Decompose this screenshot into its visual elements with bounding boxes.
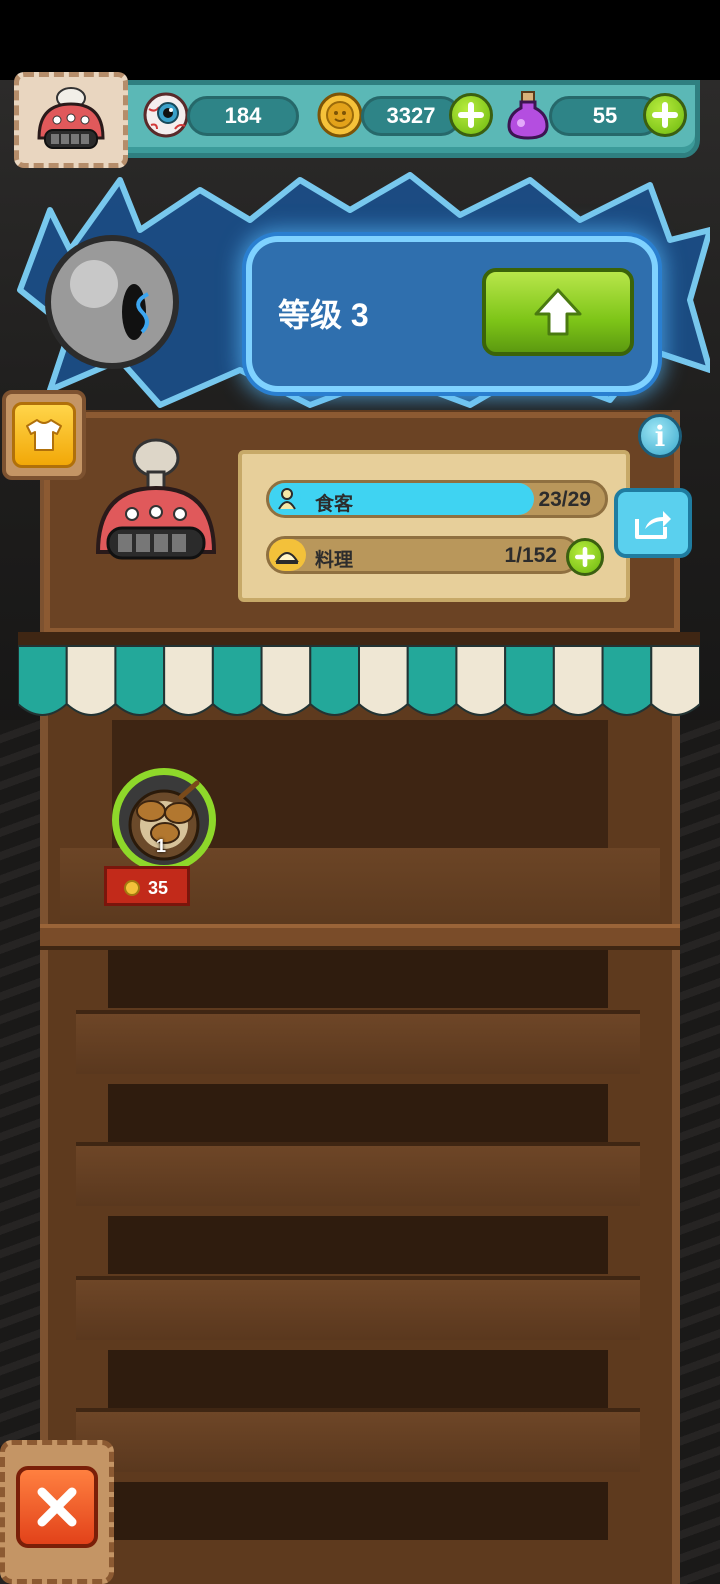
outfit-button-face bbox=[12, 402, 76, 468]
add-coins-button[interactable] bbox=[449, 93, 493, 137]
dishes-label: 料理 bbox=[315, 549, 354, 571]
plus-icon bbox=[575, 547, 595, 567]
customer-icon bbox=[273, 485, 301, 513]
shelf-shadow bbox=[108, 950, 608, 1008]
shelf-4 bbox=[76, 1408, 640, 1472]
shelf-2 bbox=[76, 1142, 640, 1206]
potion-icon bbox=[507, 91, 549, 140]
player-avatar[interactable] bbox=[14, 72, 128, 168]
shop-awning bbox=[18, 632, 700, 716]
awning-stripe bbox=[211, 645, 263, 716]
shirt-icon bbox=[26, 419, 62, 451]
add-dish-button[interactable] bbox=[566, 538, 604, 576]
shop-chef-icon bbox=[95, 438, 217, 560]
awning-stripe bbox=[163, 645, 214, 716]
customers-bar-fill bbox=[269, 483, 535, 515]
dishes-value: 1/152 bbox=[504, 544, 557, 567]
share-button[interactable] bbox=[614, 488, 692, 558]
plus-icon bbox=[458, 102, 484, 128]
resource-bar: 184 3327 55 bbox=[108, 80, 700, 158]
info-button[interactable]: i bbox=[638, 414, 682, 458]
add-potions-button[interactable] bbox=[643, 93, 687, 137]
awning-stripe bbox=[601, 645, 653, 716]
price-tag bbox=[104, 866, 190, 906]
awning-stripe bbox=[358, 645, 409, 716]
level-up-button[interactable] bbox=[482, 268, 634, 356]
close-button[interactable] bbox=[16, 1466, 98, 1548]
awning-stripe bbox=[552, 645, 604, 716]
awning-stripe bbox=[260, 645, 312, 716]
customers-value: 23/29 bbox=[538, 488, 591, 511]
awning-stripe bbox=[114, 645, 166, 716]
shelf-shadow bbox=[108, 1216, 608, 1274]
info-icon: i bbox=[654, 419, 666, 453]
shelf-shadow bbox=[108, 1350, 608, 1408]
customers-bar: 食客 23/29 bbox=[266, 480, 608, 518]
steel-orb-icon bbox=[45, 235, 179, 369]
awning-stripe bbox=[455, 645, 507, 716]
arrow-up-icon bbox=[534, 288, 582, 336]
eyes-counter: 184 bbox=[187, 96, 299, 136]
coins-counter: 3327 bbox=[361, 96, 461, 136]
dish-count: 1 bbox=[156, 836, 167, 856]
status-bar bbox=[0, 0, 720, 80]
share-icon bbox=[635, 511, 671, 539]
awning-stripe bbox=[650, 645, 700, 716]
awning-stripe bbox=[309, 645, 360, 716]
counter-edge bbox=[40, 924, 680, 950]
shelf-1 bbox=[76, 1010, 640, 1074]
awning-stripe bbox=[504, 645, 555, 716]
right-wall bbox=[680, 720, 720, 1584]
coin-icon bbox=[317, 92, 363, 138]
awning-stripe bbox=[406, 645, 458, 716]
dish-price: 35 bbox=[148, 878, 169, 898]
awning-stripe bbox=[18, 645, 68, 716]
shelf-3 bbox=[76, 1276, 640, 1340]
outfit-button[interactable] bbox=[2, 390, 86, 480]
dish-icon bbox=[273, 541, 301, 569]
coin-icon bbox=[124, 880, 140, 896]
eyeball-icon bbox=[143, 92, 189, 138]
dishes-bar: 料理 1/152 bbox=[266, 536, 580, 574]
close-icon bbox=[37, 1487, 77, 1527]
shelf-shadow bbox=[108, 1084, 608, 1142]
plus-icon bbox=[652, 102, 678, 128]
level-label: 等级 3 bbox=[278, 297, 369, 333]
awning-stripe bbox=[65, 645, 117, 716]
shelf-shadow bbox=[108, 1482, 608, 1540]
shop-stats-panel: 食客 23/29 料理 1/152 bbox=[238, 450, 630, 602]
customers-label: 食客 bbox=[315, 493, 354, 515]
monster-chef-avatar-icon bbox=[37, 87, 105, 149]
